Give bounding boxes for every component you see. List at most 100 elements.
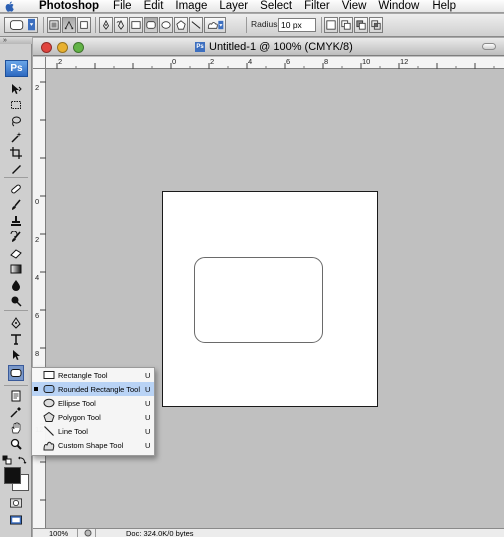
apple-menu-icon[interactable]	[0, 0, 18, 13]
flyout-item-label: Rectangle Tool	[58, 370, 108, 380]
ruler-label: 4	[35, 273, 40, 282]
polygon-shape-button[interactable]	[174, 17, 188, 33]
document-title-bar[interactable]: Ps Untitled-1 @ 100% (CMYK/8)	[33, 38, 504, 56]
custom-shape-button[interactable]	[204, 17, 226, 33]
flyout-item-line-tool[interactable]: Line Tool U	[32, 424, 154, 438]
menu-image[interactable]: Image	[175, 0, 207, 13]
version-cue-icon[interactable]	[84, 529, 92, 537]
add-to-shape-area-button[interactable]	[339, 17, 353, 33]
menu-file[interactable]: File	[113, 0, 132, 13]
rounded-rectangle-tool[interactable]	[8, 365, 24, 381]
menu-layer[interactable]: Layer	[219, 0, 248, 13]
vertical-ruler[interactable]: 2 0 2 4 6 8 10 12	[33, 69, 46, 528]
eraser-icon	[10, 249, 22, 259]
radius-input[interactable]: 10 px	[278, 18, 316, 32]
intersect-shape-areas-button[interactable]	[369, 17, 383, 33]
flyout-item-rectangle-tool[interactable]: Rectangle Tool U	[32, 368, 154, 382]
shortcut-key: U	[145, 398, 151, 408]
photoshop-logo[interactable]: Ps	[5, 60, 28, 77]
blur-tool[interactable]	[9, 278, 23, 292]
paths-button[interactable]	[62, 17, 76, 33]
menu-edit[interactable]: Edit	[144, 0, 164, 13]
menu-view[interactable]: View	[342, 0, 367, 13]
divider	[4, 385, 28, 386]
type-tool[interactable]	[9, 332, 23, 346]
ruler-ticks	[40, 81, 46, 501]
divider	[4, 177, 28, 178]
minimize-button[interactable]	[57, 42, 68, 53]
magic-wand-tool[interactable]	[9, 130, 23, 144]
rounded-rectangle-shape-button[interactable]	[144, 17, 158, 33]
slice-tool[interactable]	[9, 162, 23, 176]
ruler-label: 2	[210, 57, 215, 66]
app-menu[interactable]: Photoshop	[39, 0, 99, 13]
subtract-shape-area-button[interactable]	[354, 17, 368, 33]
freeform-pen-button[interactable]	[114, 17, 128, 33]
menu-window[interactable]: Window	[378, 0, 419, 13]
eraser-tool[interactable]	[9, 246, 23, 260]
lasso-tool[interactable]	[9, 114, 23, 128]
foreground-color-swatch-front[interactable]	[4, 467, 21, 484]
zoom-level[interactable]: 100%	[49, 529, 68, 537]
ellipse-icon	[43, 397, 55, 409]
canvas-pasteboard[interactable]	[47, 70, 504, 528]
move-tool[interactable]	[9, 82, 23, 96]
separator	[321, 17, 322, 33]
history-brush-tool[interactable]	[9, 230, 23, 244]
custom-shape-icon	[43, 439, 55, 451]
flyout-item-rounded-rectangle-tool[interactable]: Rounded Rectangle Tool U	[32, 382, 154, 396]
ruler-label: 6	[286, 57, 291, 66]
polygon-icon	[176, 20, 186, 30]
brush-tool[interactable]	[9, 198, 23, 212]
rectangle-shape-button[interactable]	[129, 17, 143, 33]
quick-mask-button[interactable]	[8, 497, 24, 509]
flyout-item-ellipse-tool[interactable]: Ellipse Tool U	[32, 396, 154, 410]
screen-mode-button[interactable]	[8, 514, 24, 526]
menu-select[interactable]: Select	[260, 0, 292, 13]
healing-brush-tool[interactable]	[9, 182, 23, 196]
ellipse-shape-button[interactable]	[159, 17, 173, 33]
palette-grip[interactable]: »	[0, 37, 32, 44]
move-icon	[12, 84, 22, 94]
status-bar: 100% Doc: 324.0K/0 bytes	[33, 528, 504, 537]
horizontal-ruler[interactable]: 2 0 2 4 6 8 10 12	[46, 57, 504, 69]
tools-palette: » Ps	[0, 37, 32, 537]
document-size-info[interactable]: Doc: 324.0K/0 bytes	[126, 529, 194, 537]
swap-colors-button[interactable]	[17, 455, 27, 465]
zoom-tool[interactable]	[9, 437, 23, 451]
dodge-tool[interactable]	[9, 294, 23, 308]
marquee-tool[interactable]	[9, 98, 23, 112]
rounded-rectangle-path[interactable]	[194, 257, 323, 343]
menu-filter[interactable]: Filter	[304, 0, 330, 13]
menu-help[interactable]: Help	[432, 0, 456, 13]
separator	[246, 17, 247, 33]
selected-bullet-icon	[34, 387, 38, 391]
notes-tool[interactable]	[9, 389, 23, 403]
fill-pixels-button[interactable]	[77, 17, 91, 33]
flyout-item-polygon-tool[interactable]: Polygon Tool U	[32, 410, 154, 424]
pen-tool[interactable]	[9, 316, 23, 330]
path-selection-tool[interactable]	[9, 348, 23, 362]
clone-stamp-tool[interactable]	[9, 214, 23, 228]
options-bar: Radius: 10 px	[0, 14, 504, 37]
close-button[interactable]	[41, 42, 52, 53]
crop-tool[interactable]	[9, 146, 23, 160]
shape-layers-button[interactable]	[47, 17, 61, 33]
hand-tool[interactable]	[9, 421, 23, 435]
pen-icon	[11, 317, 21, 329]
crop-icon	[10, 147, 22, 159]
gradient-tool[interactable]	[9, 262, 23, 276]
default-colors-button[interactable]	[2, 455, 12, 465]
flyout-item-custom-shape-tool[interactable]: Custom Shape Tool U	[32, 438, 154, 452]
toolbar-toggle-button[interactable]	[482, 43, 496, 50]
ruler-origin[interactable]	[33, 57, 46, 69]
tool-preset-picker[interactable]	[4, 17, 38, 33]
ellipse-icon	[161, 21, 171, 29]
separator	[95, 17, 96, 33]
document-canvas[interactable]	[162, 191, 378, 407]
zoom-button[interactable]	[73, 42, 84, 53]
create-new-shape-layer-button[interactable]	[324, 17, 338, 33]
eyedropper-tool[interactable]	[9, 405, 23, 419]
line-shape-button[interactable]	[189, 17, 203, 33]
pen-tool-button[interactable]	[99, 17, 113, 33]
